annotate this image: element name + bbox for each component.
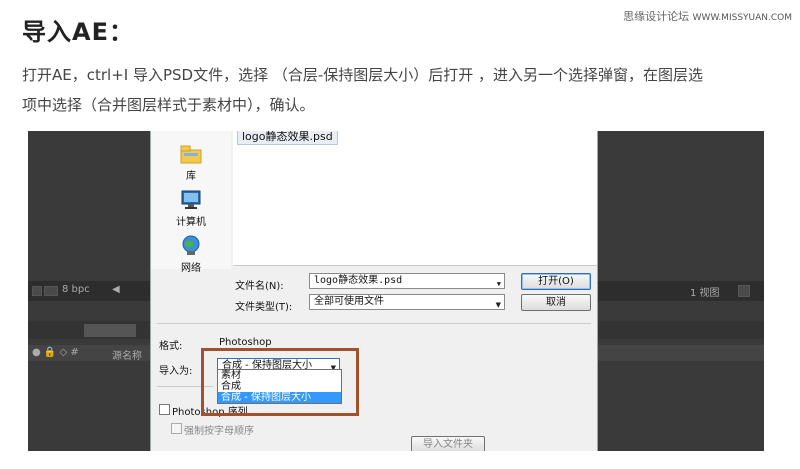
- page-heading: 导入AE：: [22, 18, 134, 46]
- place-label: 库: [186, 171, 196, 182]
- place-label: 网络: [181, 263, 201, 274]
- place-library[interactable]: 库: [163, 143, 219, 182]
- network-icon: [179, 235, 203, 257]
- view-label[interactable]: 1 视图: [690, 284, 720, 299]
- divider: [157, 323, 591, 324]
- computer-icon: [179, 189, 203, 211]
- cancel-button[interactable]: 取消: [521, 294, 591, 311]
- ae-timeline-bar: [596, 321, 764, 339]
- file-item[interactable]: logo静态效果.psd: [237, 131, 338, 145]
- import-folder-button[interactable]: 导入文件夹: [411, 436, 485, 451]
- places-sidebar: 库 计算机 网络: [151, 131, 231, 274]
- source-name-column[interactable]: 源名称: [112, 347, 142, 362]
- photoshop-sequence-checkbox[interactable]: [159, 404, 170, 415]
- site-name: 思缘设计论坛: [623, 10, 690, 23]
- file-list[interactable]: logo静态效果.psd: [233, 131, 597, 266]
- site-url: WWW.MISSYUAN.COM: [692, 13, 792, 23]
- trash-icon[interactable]: ◀: [112, 284, 120, 295]
- library-icon: [179, 143, 203, 165]
- site-watermark: 思缘设计论坛 WWW.MISSYUAN.COM: [623, 8, 792, 24]
- filename-field[interactable]: logo静态效果.psd ▼: [309, 273, 505, 289]
- format-value: Photoshop: [219, 337, 272, 348]
- composition-icon[interactable]: [44, 286, 58, 296]
- filetype-value: 全部可使用文件: [314, 296, 384, 307]
- bpc-label[interactable]: 8 bpc: [62, 284, 90, 295]
- open-button[interactable]: 打开(O): [521, 273, 591, 290]
- instruction-line-2: 项中选择（合并图层样式于素材中），确认。: [22, 96, 315, 114]
- place-computer[interactable]: 计算机: [163, 189, 219, 228]
- place-label: 计算机: [176, 217, 206, 228]
- filename-value: logo静态效果.psd: [314, 275, 403, 286]
- force-alpha-label: 强制按字母顺序: [184, 426, 254, 437]
- screenshot-image: 8 bpc ◀ ● 🔒 ◇ # 源名称 1 视图 库 计算机 网络 logo静态…: [28, 131, 764, 451]
- chevron-down-icon[interactable]: ▼: [497, 277, 501, 291]
- layer-switch-icons: ● 🔒 ◇ #: [32, 347, 79, 358]
- highlight-box: [201, 348, 359, 416]
- place-network[interactable]: 网络: [163, 235, 219, 274]
- chevron-down-icon[interactable]: ▼: [496, 298, 501, 312]
- filetype-label: 文件类型(T):: [235, 302, 293, 313]
- folder-icon[interactable]: [32, 286, 42, 296]
- ae-timeline-ruler: [596, 345, 764, 361]
- import-as-label: 导入为:: [159, 366, 193, 377]
- format-label: 格式:: [159, 341, 183, 352]
- instruction-line-1: 打开AE，ctrl+I 导入PSD文件，选择 （合层-保持图层大小）后打开 ，进…: [22, 66, 704, 84]
- search-input[interactable]: [84, 324, 136, 337]
- force-alpha-checkbox[interactable]: [171, 423, 182, 434]
- filetype-select[interactable]: 全部可使用文件 ▼: [309, 294, 505, 310]
- filename-label: 文件名(N):: [235, 281, 284, 292]
- view-toggle-icon[interactable]: [738, 285, 750, 297]
